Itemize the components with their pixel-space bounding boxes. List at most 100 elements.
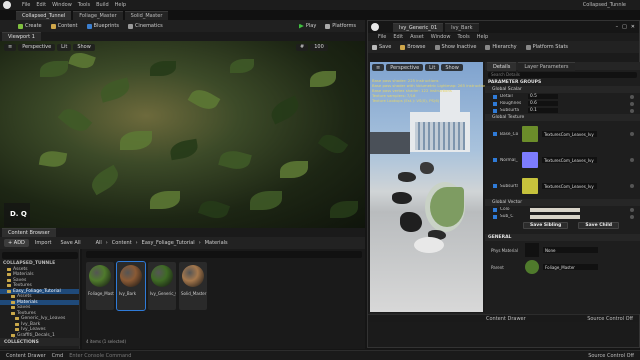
breadcrumb-materials[interactable]: Materials	[205, 240, 228, 246]
save-button[interactable]: Save	[372, 44, 391, 50]
scalar-value-field[interactable]: 0.6	[528, 101, 558, 106]
asset-tile[interactable]: Ivy_Bark	[116, 261, 146, 311]
show-inactive-button[interactable]: Show Inactive	[434, 44, 476, 50]
scalar-value-field[interactable]: 0.1	[528, 108, 558, 113]
reset-icon[interactable]	[630, 184, 634, 188]
lit-button[interactable]: Lit	[57, 43, 72, 51]
unreal-logo-icon[interactable]	[3, 1, 11, 9]
add-button[interactable]: + ADD	[4, 239, 29, 247]
hierarchy-button[interactable]: Hierarchy	[485, 44, 517, 50]
content-drawer-button[interactable]: Content Drawer	[486, 316, 526, 322]
play-button[interactable]: Play	[298, 23, 316, 29]
save-all-button[interactable]: Save All	[61, 240, 81, 246]
layer-parameters-tab[interactable]: Layer Parameters	[518, 61, 575, 71]
source-control-status[interactable]: Source Control Off	[587, 316, 633, 322]
folder-search-input[interactable]	[2, 252, 78, 259]
override-checkbox[interactable]	[493, 101, 497, 106]
cmd-button[interactable]: Cmd	[52, 353, 64, 359]
general-section-header[interactable]: GENERAL	[485, 234, 640, 241]
mat-menu-tools[interactable]: Tools	[457, 34, 469, 40]
menu-tools[interactable]: Tools	[78, 2, 90, 8]
override-checkbox[interactable]	[493, 184, 497, 188]
grid-icon[interactable]: #	[296, 43, 309, 51]
reset-icon[interactable]	[630, 101, 634, 106]
content-browser-tab[interactable]: Content Browser	[2, 228, 56, 237]
viewport-tab[interactable]: Viewport 1	[2, 32, 41, 41]
details-tab[interactable]: Details	[487, 61, 517, 71]
tab-solid-master[interactable]: Solid_Master	[124, 10, 169, 20]
asset-tile[interactable]: Ivy_Generic_01	[148, 262, 176, 310]
mat-menu-window[interactable]: Window	[431, 34, 451, 40]
color-swatch[interactable]	[530, 214, 580, 219]
asset-tile[interactable]: Solid_Master	[179, 262, 207, 310]
mat-menu-help[interactable]: Help	[477, 34, 488, 40]
phys-material-dropdown[interactable]: None	[543, 247, 598, 253]
close-icon[interactable]: ✕	[631, 24, 635, 30]
override-checkbox[interactable]	[493, 94, 497, 99]
hamburger-icon[interactable]: ≡	[4, 43, 17, 51]
menu-help[interactable]: Help	[115, 2, 126, 8]
mat-menu-edit[interactable]: Edit	[393, 34, 403, 40]
global-scalar-group[interactable]: Global Scalar	[485, 86, 640, 93]
platforms-button[interactable]: Platforms	[325, 23, 356, 29]
texture-dropdown[interactable]: TexturesCom_Leaves_Ivy	[542, 157, 597, 163]
content-drawer-button[interactable]: Content Drawer	[6, 353, 46, 359]
reset-icon[interactable]	[630, 214, 634, 219]
level-viewport[interactable]	[0, 41, 365, 228]
reset-icon[interactable]	[630, 94, 634, 99]
source-control-status[interactable]: Source Control Off	[588, 353, 634, 359]
menu-window[interactable]: Window	[52, 2, 72, 8]
breadcrumb-content[interactable]: Content	[112, 240, 132, 246]
asset-search-input[interactable]	[86, 251, 362, 258]
override-checkbox[interactable]	[493, 214, 497, 219]
material-tab-ivy-bark[interactable]: Ivy_Bark	[445, 22, 479, 32]
mat-menu-asset[interactable]: Asset	[410, 34, 424, 40]
override-checkbox[interactable]	[493, 158, 497, 162]
cinematics-button[interactable]: Cinematics	[127, 23, 163, 29]
menu-build[interactable]: Build	[96, 2, 109, 8]
reset-icon[interactable]	[630, 158, 634, 162]
hamburger-icon[interactable]: ≡	[372, 64, 385, 71]
reset-icon[interactable]	[630, 132, 634, 136]
color-swatch[interactable]	[530, 207, 580, 212]
preview-lit-button[interactable]: Lit	[425, 64, 440, 71]
breadcrumb-all[interactable]: All	[96, 240, 102, 246]
details-search-input[interactable]: Search Details	[488, 71, 637, 78]
save-sibling-button[interactable]: Save Sibling	[523, 221, 569, 229]
global-vector-group[interactable]: Global Vector	[485, 199, 640, 206]
mat-menu-file[interactable]: File	[378, 34, 386, 40]
create-button[interactable]: Create	[18, 23, 42, 29]
browse-button[interactable]: Browse	[400, 44, 426, 50]
save-child-button[interactable]: Save Child	[578, 221, 620, 229]
global-texture-group[interactable]: Global Texture	[485, 114, 640, 121]
camera-speed[interactable]: 100	[310, 43, 328, 51]
asset-tile[interactable]: Foliage_Master	[86, 262, 114, 310]
menu-file[interactable]: File	[22, 2, 30, 8]
preview-perspective-button[interactable]: Perspective	[386, 64, 424, 71]
scalar-value-field[interactable]: 0.5	[528, 94, 558, 99]
tab-collapsed-tunnel[interactable]: Collapsed_Tunnel	[16, 10, 72, 20]
collections-header[interactable]: COLLECTIONS	[0, 338, 80, 346]
reset-icon[interactable]	[630, 108, 634, 113]
reset-icon[interactable]	[630, 207, 634, 212]
console-input[interactable]: Enter Console Command	[69, 353, 131, 359]
texture-dropdown[interactable]: TexturesCom_Leaves_Ivy	[542, 183, 597, 189]
material-tab-ivy-generic[interactable]: Ivy_Generic_01	[393, 22, 444, 32]
content-button[interactable]: Content	[50, 23, 78, 29]
breadcrumb-easy-foliage[interactable]: Easy_Foliage_Tutorial	[142, 240, 195, 246]
show-button[interactable]: Show	[73, 43, 95, 51]
override-checkbox[interactable]	[493, 207, 497, 212]
minimize-icon[interactable]: –	[616, 24, 619, 30]
perspective-button[interactable]: Perspective	[18, 43, 56, 51]
maximize-icon[interactable]: □	[622, 24, 627, 30]
override-checkbox[interactable]	[493, 108, 497, 113]
import-button[interactable]: Import	[35, 240, 52, 246]
platform-stats-button[interactable]: Platform Stats	[525, 44, 568, 50]
preview-show-button[interactable]: Show	[441, 64, 463, 71]
blueprints-button[interactable]: Blueprints	[86, 23, 119, 29]
override-checkbox[interactable]	[493, 132, 497, 136]
parameter-groups-header[interactable]: PARAMETER GROUPS	[485, 79, 640, 86]
texture-dropdown[interactable]: TexturesCom_Leaves_Ivy	[542, 131, 597, 137]
tab-foliage-master[interactable]: Foliage_Master	[73, 10, 123, 20]
menu-edit[interactable]: Edit	[36, 2, 46, 8]
